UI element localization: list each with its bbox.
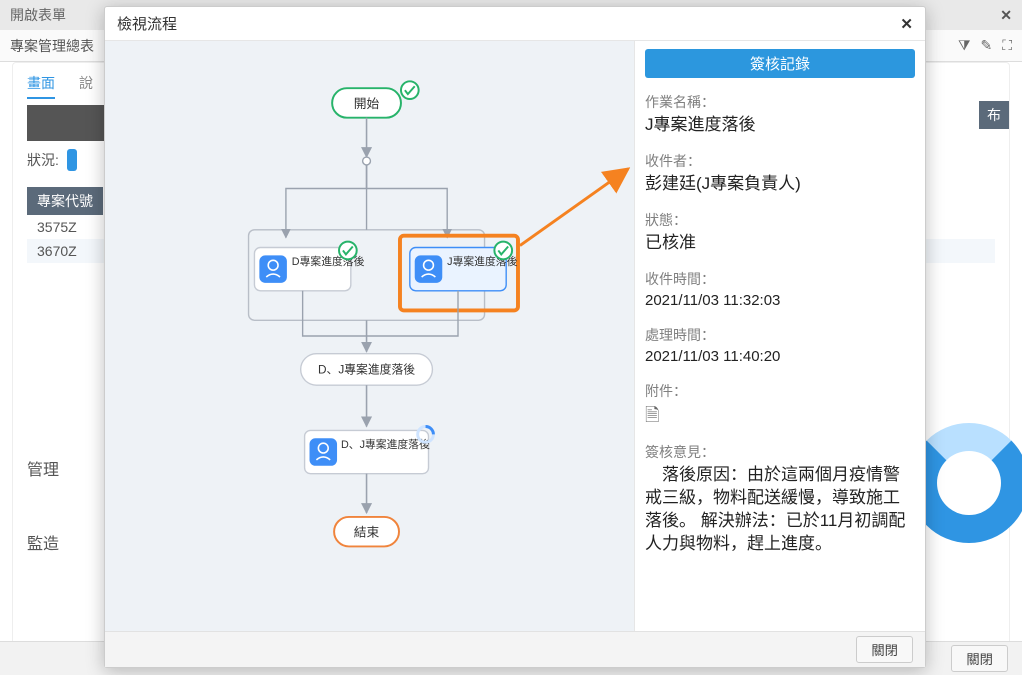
info-header: 簽核記錄 — [645, 49, 915, 78]
filter-icon[interactable]: ⧩ — [958, 37, 971, 54]
flow-svg: 開始 — [105, 41, 634, 631]
proc-time-label: 處理時間： — [645, 325, 915, 345]
approval-info-pane: 簽核記錄 作業名稱： J專案進度落後 收件者： 彭建廷(J專案負責人) 狀態： … — [635, 41, 925, 631]
flow-diagram-pane[interactable]: 開始 — [105, 41, 635, 631]
recv-time-label: 收件時間： — [645, 269, 915, 289]
recipient-value: 彭建廷(J專案負責人) — [645, 173, 915, 196]
callout-arrow — [520, 169, 628, 246]
bg-left-words: 管理 監造 — [27, 406, 59, 554]
bg-sub-title: 專案管理總表 — [10, 36, 94, 56]
modal-header: 檢視流程 ✕ — [105, 7, 925, 41]
bg-publish-fragment: 布 — [979, 101, 1009, 129]
bg-tab-other[interactable]: 說 — [79, 73, 93, 99]
modal-footer: 關閉 — [105, 631, 925, 667]
flow-node-j[interactable]: J專案進度落後 — [400, 236, 518, 311]
state-value: 已核准 — [645, 232, 915, 255]
bg-dark-block — [27, 105, 107, 141]
task-name-value: J專案進度落後 — [645, 114, 915, 137]
fullscreen-icon[interactable]: ⛶ — [1002, 37, 1012, 54]
flow-merge-task-node[interactable]: D、J專案進度落後 — [305, 426, 434, 473]
bg-word-build: 監造 — [27, 530, 59, 554]
recipient-label: 收件者： — [645, 151, 915, 171]
view-flow-modal: 檢視流程 ✕ 開始 — [104, 6, 926, 668]
bg-close-button[interactable]: 關閉 — [951, 645, 1008, 672]
task-name-label: 作業名稱： — [645, 92, 915, 112]
state-label: 狀態： — [645, 210, 915, 230]
attachment-icon[interactable]: 🗎 — [645, 405, 659, 425]
bg-status-label: 狀況: — [27, 150, 59, 170]
modal-close-icon[interactable]: ✕ — [900, 15, 913, 33]
bg-status-chip[interactable] — [67, 149, 77, 171]
flow-node-d[interactable]: D專案進度落後 — [254, 242, 364, 291]
recv-time-value: 2021/11/03 11:32:03 — [645, 291, 915, 311]
bg-table-header: 專案代號 — [27, 187, 103, 215]
flow-merge-node[interactable]: D、J專案進度落後 — [301, 354, 433, 385]
modal-body: 開始 — [105, 41, 925, 631]
svg-text:D、J專案進度落後: D、J專案進度落後 — [341, 437, 430, 451]
bg-toolbar: ⧩ ✎ ⛶ — [958, 37, 1012, 54]
modal-close-button[interactable]: 關閉 — [856, 636, 913, 663]
edit-icon[interactable]: ✎ — [980, 37, 992, 54]
flow-start-node[interactable]: 開始 — [332, 81, 419, 117]
bg-word-manage: 管理 — [27, 456, 59, 480]
bg-top-title: 開啟表單 — [10, 5, 66, 25]
modal-title: 檢視流程 — [117, 13, 177, 34]
comment-value: 落後原因：由於這兩個月疫情警戒三級，物料配送緩慢，導致施工落後。 解決辦法：已於… — [645, 464, 915, 556]
comment-label: 簽核意見： — [645, 442, 915, 462]
svg-text:D、J專案進度落後: D、J專案進度落後 — [318, 362, 415, 376]
attachment-label: 附件： — [645, 381, 915, 401]
bg-top-close-icon[interactable]: ✕ — [1000, 7, 1012, 24]
svg-text:結束: 結束 — [354, 525, 380, 540]
bg-tab-screen[interactable]: 畫面 — [27, 73, 55, 99]
proc-time-value: 2021/11/03 11:40:20 — [645, 347, 915, 367]
attachment-value[interactable]: 🗎 — [645, 403, 915, 428]
svg-text:開始: 開始 — [354, 96, 380, 111]
flow-end-node[interactable]: 結束 — [334, 517, 399, 547]
